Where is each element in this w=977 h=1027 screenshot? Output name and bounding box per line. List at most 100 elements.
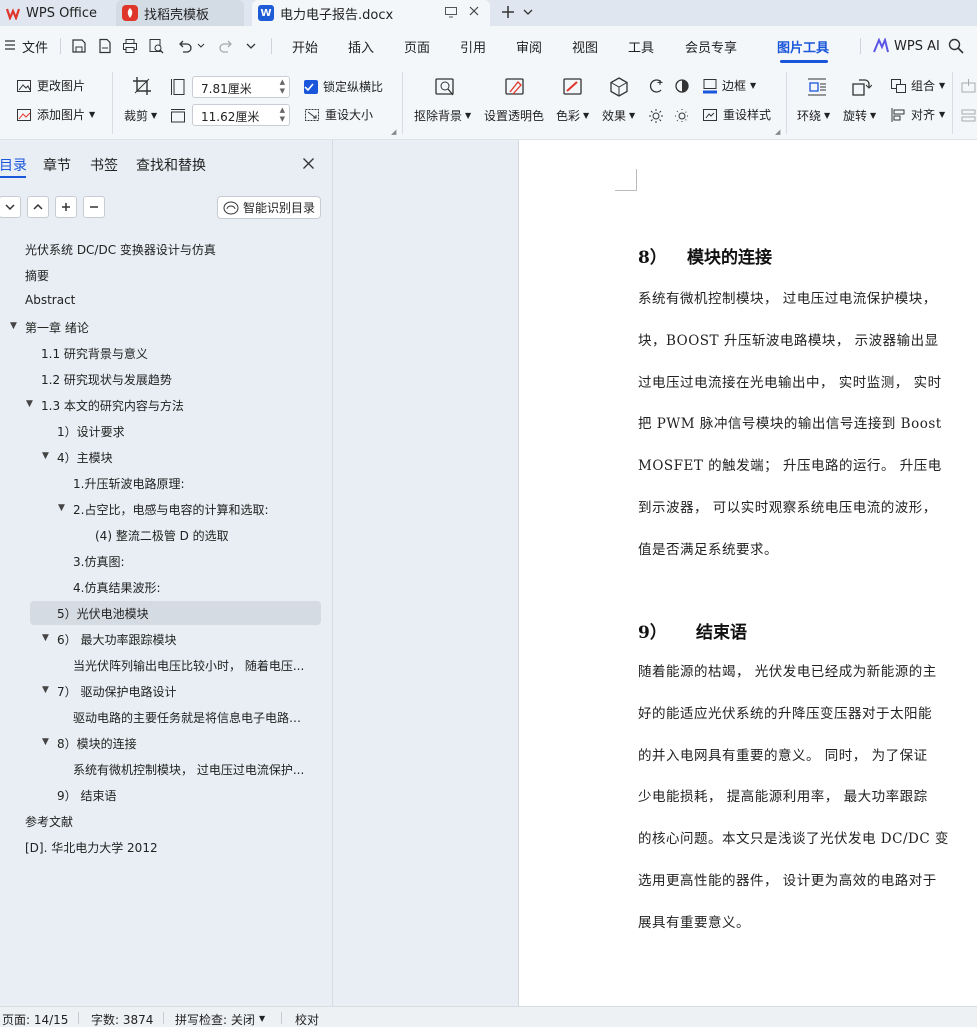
nav-tab-chapters[interactable]: 章节 [43,155,71,175]
menu-file[interactable]: 文件 [22,37,48,56]
hamburger-menu-icon[interactable] [4,39,16,51]
undo-icon[interactable] [177,38,193,54]
align-button[interactable]: 对齐 ▼ [890,106,945,123]
toc-item[interactable]: ▼ 6） 最大功率跟踪模块 [0,627,333,651]
remove-background-icon[interactable] [434,76,456,98]
export-pdf-icon[interactable] [97,38,113,54]
reset-style-button[interactable]: 重设样式 [702,106,771,123]
toc-item[interactable]: 3.仿真图: [0,549,333,573]
remove-heading-button[interactable] [83,196,105,218]
send-backward-icon[interactable] [960,108,977,124]
toc-item[interactable]: 当光伏阵列输出电压比较小时， 随着电压... [0,653,333,677]
add-image-button[interactable]: 添加图片 ▼ [16,106,95,123]
more-chevron-icon[interactable] [246,42,256,50]
set-transparent-icon[interactable] [504,76,526,98]
increase-brightness-icon[interactable] [648,78,664,94]
toc-item[interactable]: 1.2 研究现状与发展趋势 [0,367,333,391]
close-tab-icon[interactable] [468,5,480,17]
reset-size-button[interactable]: 重设大小 [304,106,373,123]
toc-item[interactable]: [D]. 华北电力大学 2012 [0,835,333,859]
group-button[interactable]: 组合 ▼ [890,77,945,94]
toc-item[interactable]: 摘要 [0,263,333,287]
toc-item[interactable]: Abstract [0,289,333,313]
wrap-text-icon[interactable] [806,76,828,98]
effects-icon[interactable] [608,76,630,98]
bring-forward-icon[interactable] [960,78,977,94]
smart-toc-button[interactable]: 智能识别目录 [217,196,321,219]
print-icon[interactable] [122,38,138,54]
height-input[interactable]: 11.62厘米 ▲ ▼ [192,104,290,126]
search-icon[interactable] [947,37,965,55]
page-count[interactable]: 页面: 14/15 [2,1011,68,1027]
toc-item[interactable]: (4) 整流二极管 D 的选取 [0,523,333,547]
toc-item[interactable]: ▼ 8）模块的连接 [0,731,333,755]
dialog-launcher-icon[interactable]: ◢ [775,128,780,136]
menu-insert[interactable]: 插入 [348,37,374,56]
menu-view[interactable]: 视图 [572,37,598,56]
toc-item[interactable]: 参考文献 [0,809,333,833]
new-tab-plus-icon[interactable] [500,4,516,20]
toc-item[interactable]: 4.仿真结果波形: [0,575,333,599]
toc-item[interactable]: ▼ 第一章 绪论 [0,315,333,339]
move-up-button[interactable] [27,196,49,218]
expand-toggle-icon[interactable]: ▼ [26,399,33,409]
color-icon[interactable] [562,76,584,98]
wps-ai-button[interactable]: WPS AI [872,38,940,54]
toc-item[interactable]: 9） 结束语 [0,783,333,807]
remove-background-button[interactable]: 抠除背景 ▼ [414,107,471,124]
lock-ratio-checkbox[interactable]: 锁定纵横比 [304,78,383,95]
spell-check-status[interactable]: 拼写检查: 关闭 [175,1011,255,1027]
decrease-brightness-icon[interactable] [648,108,664,124]
crop-icon[interactable] [132,76,152,96]
redo-icon[interactable] [218,38,234,54]
expand-toggle-icon[interactable]: ▼ [42,633,49,643]
menu-picture-tools[interactable]: 图片工具 [777,37,829,56]
undo-chevron-icon[interactable] [197,43,205,49]
save-icon[interactable] [71,38,87,54]
menu-member[interactable]: 会员专享 [685,37,737,56]
toc-item[interactable]: 1.升压斩波电路原理: [0,471,333,495]
menu-page[interactable]: 页面 [404,37,430,56]
toc-item[interactable]: ▼ 4）主模块 [0,445,333,469]
nav-tab-toc[interactable]: 目录 [0,155,27,175]
border-button[interactable]: 边框 ▼ [702,77,756,94]
menu-review[interactable]: 审阅 [516,37,542,56]
toc-item[interactable]: ▼ 1.3 本文的研究内容与方法 [0,393,333,417]
toc-item[interactable]: 光伏系统 DC/DC 变换器设计与仿真 [0,237,333,261]
expand-toggle-icon[interactable]: ▼ [10,321,17,331]
expand-toggle-icon[interactable]: ▼ [58,503,65,513]
crop-button[interactable]: 裁剪 ▼ [124,107,157,124]
menu-home[interactable]: 开始 [292,37,318,56]
nav-tab-find-replace[interactable]: 查找和替换 [136,155,206,175]
tab-wps-office[interactable]: WPS Office [0,0,110,26]
collapse-all-button[interactable] [0,196,21,218]
toc-item[interactable]: 系统有微机控制模块， 过电压过电流保护... [0,757,333,781]
toc-item[interactable]: ▼ 7） 驱动保护电路设计 [0,679,333,703]
print-preview-icon[interactable] [148,38,164,54]
toc-item[interactable]: 5）光伏电池模块 [0,601,333,625]
tab-docer-templates[interactable]: 找稻壳模板 [116,0,244,26]
rotate-icon[interactable] [850,76,872,98]
width-input[interactable]: 7.81厘米 ▲ ▼ [192,76,290,98]
height-stepper[interactable]: ▲ ▼ [280,106,285,124]
toc-item[interactable]: ▼ 2.占空比，电感与电容的计算和选取: [0,497,333,521]
monitor-icon[interactable] [444,5,458,19]
expand-toggle-icon[interactable]: ▼ [42,737,49,747]
color-button[interactable]: 色彩 ▼ [556,107,589,124]
nav-tab-bookmarks[interactable]: 书签 [90,155,118,175]
close-pane-icon[interactable] [302,157,315,170]
menu-references[interactable]: 引用 [460,37,486,56]
expand-toggle-icon[interactable]: ▼ [42,451,49,461]
decrease-contrast-icon[interactable] [674,108,690,124]
effects-button[interactable]: 效果 ▼ [602,107,635,124]
tab-document[interactable]: W 电力电子报告.docx [252,0,490,26]
menu-tools[interactable]: 工具 [628,37,654,56]
expand-toggle-icon[interactable]: ▼ [42,685,49,695]
wrap-button[interactable]: 环绕 ▼ [797,107,830,124]
proofread-button[interactable]: 校对 [295,1011,319,1027]
add-heading-button[interactable] [55,196,77,218]
chevron-down-icon[interactable]: ▼ [259,1014,265,1023]
word-count[interactable]: 字数: 3874 [91,1011,153,1027]
toc-item[interactable]: 驱动电路的主要任务就是将信息电子电路传... [0,705,333,729]
toc-item[interactable]: 1.1 研究背景与意义 [0,341,333,365]
